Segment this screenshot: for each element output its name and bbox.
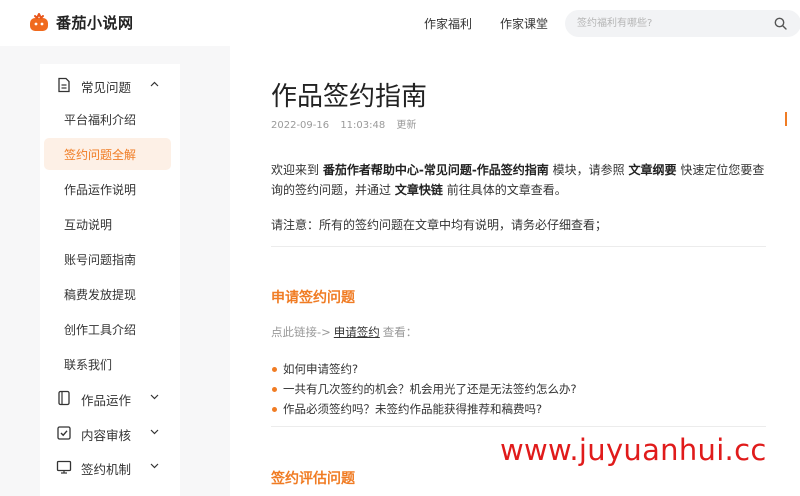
list-item[interactable]: 作品必须签约吗？未签约作品能获得推荐和稿费吗? — [271, 399, 577, 419]
sidebar-item-account[interactable]: 账号问题指南 — [44, 243, 171, 275]
divider — [271, 426, 766, 427]
sidebar-item-interaction[interactable]: 互动说明 — [44, 208, 171, 240]
document-icon — [58, 77, 70, 93]
list-item[interactable]: 一共有几次签约的机会？机会用光了还是无法签约怎么办? — [271, 379, 577, 399]
checkbox-icon — [57, 426, 71, 440]
sidebar-item-work-operation[interactable]: 作品运作说明 — [44, 173, 171, 205]
list-item[interactable]: 如何申请签约? — [271, 359, 577, 379]
outline-indicator — [785, 112, 787, 126]
help-sidebar: 常见问题 平台福利介绍 签约问题全解 作品运作说明 互动说明 账号问题指南 稿费… — [40, 64, 180, 496]
sidebar-group-label: 内容审核 — [81, 428, 132, 443]
article-date: 2022-09-16 — [271, 120, 330, 131]
apply-signing-link[interactable]: 申请签约 — [334, 325, 380, 339]
chevron-down-icon — [150, 394, 159, 400]
article-updated-label: 更新 — [396, 120, 417, 131]
chevron-up-icon — [150, 81, 159, 87]
chevron-down-icon — [150, 463, 159, 469]
article-time: 11:03:48 — [340, 120, 386, 131]
monitor-icon — [56, 460, 72, 474]
article-note: 请注意：所有的签约问题在文章中均有说明，请务必仔细查看； — [271, 218, 608, 232]
sidebar-group-content-review[interactable]: 内容审核 — [40, 416, 180, 450]
divider — [271, 246, 766, 247]
sidebar-item-platform-welfare[interactable]: 平台福利介绍 — [44, 103, 171, 135]
page-title: 作品签约指南 — [271, 82, 428, 112]
search-box[interactable] — [565, 10, 800, 37]
search-icon[interactable] — [774, 17, 787, 30]
site-watermark: www.juyuanhui.cc — [500, 433, 767, 467]
section-title-evaluation: 签约评估问题 — [271, 471, 355, 487]
top-nav: 作家福利 作家课堂 — [424, 15, 576, 32]
article-panel: 作品签约指南 2022-09-16 11:03:48 更新 欢迎来到 番茄作者帮… — [230, 46, 800, 496]
book-icon — [58, 390, 70, 406]
nav-author-welfare[interactable]: 作家福利 — [424, 15, 472, 32]
sidebar-item-tools[interactable]: 创作工具介绍 — [44, 313, 171, 345]
top-header: 番茄小说网 作家福利 作家课堂 — [0, 0, 800, 46]
sidebar-group-work-operation[interactable]: 作品运作 — [40, 381, 180, 415]
sidebar-group-faq[interactable]: 常见问题 — [40, 68, 180, 102]
question-list: 如何申请签约? 一共有几次签约的机会？机会用光了还是无法签约怎么办? 作品必须签… — [271, 359, 577, 419]
brand-name: 番茄小说网 — [56, 13, 134, 32]
nav-author-class[interactable]: 作家课堂 — [500, 15, 548, 32]
search-input[interactable] — [577, 10, 767, 37]
sidebar-item-royalty[interactable]: 稿费发放提现 — [44, 278, 171, 310]
sidebar-item-signing-questions[interactable]: 签约问题全解 — [44, 138, 171, 170]
sidebar-group-signing-mechanism[interactable]: 签约机制 — [40, 450, 180, 484]
article-meta: 2022-09-16 11:03:48 更新 — [271, 116, 424, 131]
section-title-apply: 申请签约问题 — [271, 290, 355, 306]
section-link-line: 点此链接-> 申请签约 查看： — [271, 325, 418, 339]
article-intro: 欢迎来到 番茄作者帮助中心-常见问题-作品签约指南 模块，请参照 文章纲要 快速… — [271, 163, 765, 197]
tomato-logo-icon — [30, 13, 48, 31]
sidebar-group-label: 作品运作 — [81, 393, 132, 408]
brand-logo[interactable]: 番茄小说网 — [28, 11, 134, 33]
sidebar-group-label: 签约机制 — [81, 462, 132, 477]
sidebar-group-label: 常见问题 — [81, 80, 132, 95]
sidebar-item-contact[interactable]: 联系我们 — [44, 348, 171, 380]
chevron-down-icon — [150, 429, 159, 435]
